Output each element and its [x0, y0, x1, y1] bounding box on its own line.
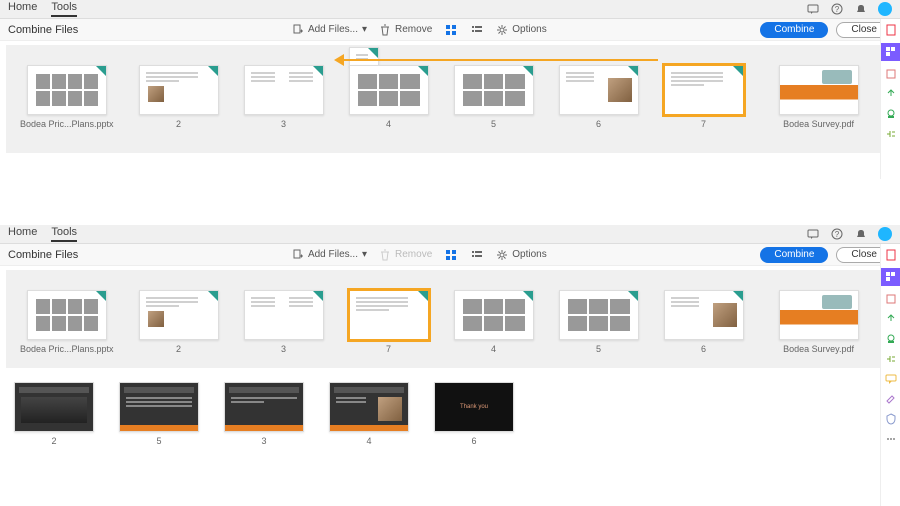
rail-crop-icon[interactable]	[884, 67, 898, 81]
add-files-button[interactable]: Add Files... ▾	[292, 24, 367, 36]
rail-pdf-icon[interactable]	[884, 23, 898, 37]
right-rail	[880, 19, 900, 179]
panel-before: Home Tools ? Combine Files Add Files... …	[0, 0, 900, 180]
thumb-item[interactable]: 4	[349, 65, 429, 129]
options-button[interactable]: Options	[496, 24, 546, 36]
grid-view-icon[interactable]	[444, 248, 458, 262]
rail-more-icon[interactable]	[884, 432, 898, 446]
thumb-item[interactable]: 4	[454, 290, 534, 354]
rail-protect-icon[interactable]	[884, 412, 898, 426]
thumb-item[interactable]: 2	[139, 290, 219, 354]
bell-icon[interactable]	[854, 227, 868, 241]
thumb-area: Bodea Pric...Plans.pptx 2 3 7 4 5 6 Bode…	[6, 270, 894, 368]
svg-text:?: ?	[835, 5, 840, 14]
thumb-item[interactable]: 6	[664, 290, 744, 354]
thumb-item[interactable]: 7	[349, 290, 429, 354]
thumb-item[interactable]: Bodea Pric...Plans.pptx	[20, 65, 114, 129]
thumb-item[interactable]: 3	[244, 290, 324, 354]
remove-button[interactable]: Remove	[379, 249, 432, 261]
thumb-item[interactable]: Bodea Survey.pdf	[779, 290, 859, 354]
chevron-down-icon: ▾	[362, 249, 367, 260]
help-icon[interactable]: ?	[830, 227, 844, 241]
page-title: Combine Files	[8, 24, 78, 36]
tab-tools[interactable]: Tools	[51, 226, 77, 242]
reorder-arrow	[342, 59, 658, 61]
list-view-icon[interactable]	[470, 23, 484, 37]
thumb-item[interactable]: 4	[329, 382, 409, 446]
combine-button[interactable]: Combine	[760, 247, 828, 263]
add-files-button[interactable]: Add Files... ▾	[292, 249, 367, 261]
thumb-item[interactable]: Bodea Pric...Plans.pptx	[20, 290, 114, 354]
thumb-item[interactable]: Bodea Survey.pdf	[779, 65, 859, 129]
thumb-row-2: 2 5 3 4 Thank you6	[0, 372, 900, 456]
list-view-icon[interactable]	[470, 248, 484, 262]
rail-comment-icon[interactable]	[884, 372, 898, 386]
thumb-item[interactable]: 5	[559, 290, 639, 354]
remove-button[interactable]: Remove	[379, 24, 432, 36]
rail-fill-icon[interactable]	[884, 392, 898, 406]
right-rail	[880, 244, 900, 506]
rail-export-icon[interactable]	[884, 87, 898, 101]
sub-bar: Combine Files Add Files... ▾ Remove Opti…	[0, 244, 900, 266]
panel-after: Home Tools ? Combine Files Add Files... …	[0, 225, 900, 456]
grid-view-icon[interactable]	[444, 23, 458, 37]
combine-button[interactable]: Combine	[760, 22, 828, 38]
thumb-item[interactable]: 2	[139, 65, 219, 129]
thumb-item[interactable]: 3	[224, 382, 304, 446]
thumb-item[interactable]: 6	[559, 65, 639, 129]
chat-icon[interactable]	[806, 2, 820, 16]
rail-combine-icon[interactable]	[881, 43, 900, 61]
chevron-down-icon: ▾	[362, 24, 367, 35]
chat-icon[interactable]	[806, 227, 820, 241]
rail-stamp-icon[interactable]	[884, 332, 898, 346]
svg-text:?: ?	[835, 230, 840, 239]
rail-pdf-icon[interactable]	[884, 248, 898, 262]
tab-tools[interactable]: Tools	[51, 1, 77, 17]
thumb-area: Bodea Pric...Plans.pptx 2 3 4 5 6 7 Bode…	[6, 45, 894, 153]
rail-stamp-icon[interactable]	[884, 107, 898, 121]
rail-organize-icon[interactable]	[884, 352, 898, 366]
sub-bar: Combine Files Add Files... ▾ Remove Opti…	[0, 19, 900, 41]
thumb-item[interactable]: 5	[119, 382, 199, 446]
thumb-item[interactable]: 7	[664, 65, 744, 129]
rail-combine-icon[interactable]	[881, 268, 900, 286]
thumb-item[interactable]: 2	[14, 382, 94, 446]
tab-home[interactable]: Home	[8, 226, 37, 242]
thumb-item[interactable]: 5	[454, 65, 534, 129]
top-bar: Home Tools ?	[0, 225, 900, 244]
rail-export-icon[interactable]	[884, 312, 898, 326]
avatar[interactable]	[878, 2, 892, 16]
top-bar: Home Tools ?	[0, 0, 900, 19]
thumb-item[interactable]: Thank you6	[434, 382, 514, 446]
tab-home[interactable]: Home	[8, 1, 37, 17]
help-icon[interactable]: ?	[830, 2, 844, 16]
thumb-item[interactable]: 3	[244, 65, 324, 129]
page-title: Combine Files	[8, 249, 78, 261]
rail-crop-icon[interactable]	[884, 292, 898, 306]
options-button[interactable]: Options	[496, 249, 546, 261]
rail-organize-icon[interactable]	[884, 127, 898, 141]
bell-icon[interactable]	[854, 2, 868, 16]
avatar[interactable]	[878, 227, 892, 241]
